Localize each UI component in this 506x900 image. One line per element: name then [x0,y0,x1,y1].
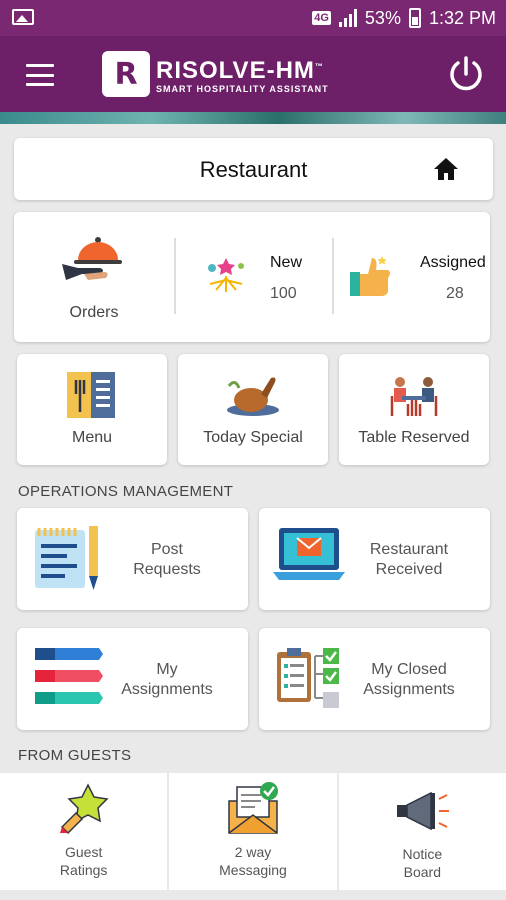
new-count: 100 [270,285,297,302]
serving-cloche-icon [62,237,122,280]
brand-tagline: SMART HOSPITALITY ASSISTANT [156,84,329,94]
orders-button[interactable]: Orders [14,212,174,342]
dining-table-icon [390,377,438,416]
battery-percent: 53% [364,7,401,28]
power-icon[interactable] [446,54,486,94]
tile-label-line2: Requests [133,561,201,578]
logo-mark: R [102,51,150,97]
today-special-tile[interactable]: Today Special [178,354,328,465]
hamburger-menu-icon[interactable] [26,64,54,86]
my-closed-assignments-tile[interactable]: My Closed Assignments [259,628,490,730]
brand-name: RISOLVE-HM [156,57,315,84]
tile-label-line1: Restaurant [369,541,449,558]
table-reserved-tile[interactable]: Table Reserved [339,354,489,465]
notepad-pencil-icon [35,526,98,590]
numbered-list-icon [35,648,103,704]
tile-label: Post Requests [117,540,217,580]
page-header-card: Restaurant [14,138,493,200]
tile-label: Menu [71,429,113,446]
guests-section-heading: FROM GUESTS [18,747,132,764]
tile-label: Notice Board [339,845,506,881]
tile-label-line2: Received [375,561,443,578]
new-orders-stat[interactable]: New 100 [176,212,332,342]
orders-summary-card: Orders New 100 Assigned 28 [14,212,490,342]
header-banner-image [0,112,506,124]
app-logo: R RISOLVE-HM™ SMART HOSPITALITY ASSISTAN… [102,50,329,98]
menu-tile[interactable]: Menu [17,354,167,465]
tile-label-line1: Notice [402,846,443,862]
tile-label: Guest Ratings [0,843,167,879]
clock: 1:32 PM [428,7,496,28]
trademark: ™ [314,62,324,71]
guest-ratings-tile[interactable]: Guest Ratings [0,773,168,890]
my-assignments-tile[interactable]: My Assignments [17,628,248,730]
assigned-label: Assigned [420,254,486,271]
fireworks-icon [208,258,244,292]
signal-icon [338,9,357,27]
tile-label-line1: Post [150,541,183,558]
assigned-orders-stat[interactable]: Assigned 28 [334,212,490,342]
laptop-mail-icon [273,528,345,580]
restaurant-received-tile[interactable]: Restaurant Received [259,508,490,610]
operations-section-heading: OPERATIONS MANAGEMENT [18,483,234,500]
tile-label-line2: Board [403,864,441,880]
app-bar: R RISOLVE-HM™ SMART HOSPITALITY ASSISTAN… [0,36,506,124]
orders-label: Orders [69,304,119,321]
network-type: 4G [312,11,331,25]
tile-label-line2: Ratings [59,862,108,878]
tile-label: Table Reserved [358,429,470,446]
post-requests-tile[interactable]: Post Requests [17,508,248,610]
star-rating-icon [60,783,109,835]
tile-label-line2: Assignments [363,681,455,698]
tile-label: Today Special [203,429,303,446]
tile-label-line1: My Closed [371,661,447,678]
tile-label: My Closed Assignments [357,660,461,700]
guest-features-row: Guest Ratings 2 way Messaging Notice Boa… [0,773,506,890]
tile-label: 2 way Messaging [169,843,336,879]
notice-board-tile[interactable]: Notice Board [338,773,506,890]
home-icon[interactable] [433,157,459,181]
tile-label-line1: My [156,661,178,678]
checklist-icon [277,648,339,708]
tile-label-line1: Guest [64,844,103,860]
tile-label: Restaurant Received [357,540,461,580]
tile-label-line2: Assignments [121,681,213,698]
two-way-messaging-tile[interactable]: 2 way Messaging [169,773,337,890]
tile-label-line2: Messaging [219,862,287,878]
gallery-notification-icon [12,9,34,25]
tile-label-line1: 2 way [234,844,272,860]
assigned-count: 28 [446,285,464,302]
tile-label: My Assignments [117,660,217,700]
menu-icon [67,372,115,418]
megaphone-icon [396,791,449,831]
page-title: Restaurant [199,157,308,182]
thumbs-up-icon [350,256,390,296]
status-bar: 4G 53% 1:32 PM [0,0,506,36]
battery-icon [408,8,421,28]
chicken-icon [227,377,279,416]
envelope-check-icon [228,782,279,834]
new-label: New [270,254,303,271]
